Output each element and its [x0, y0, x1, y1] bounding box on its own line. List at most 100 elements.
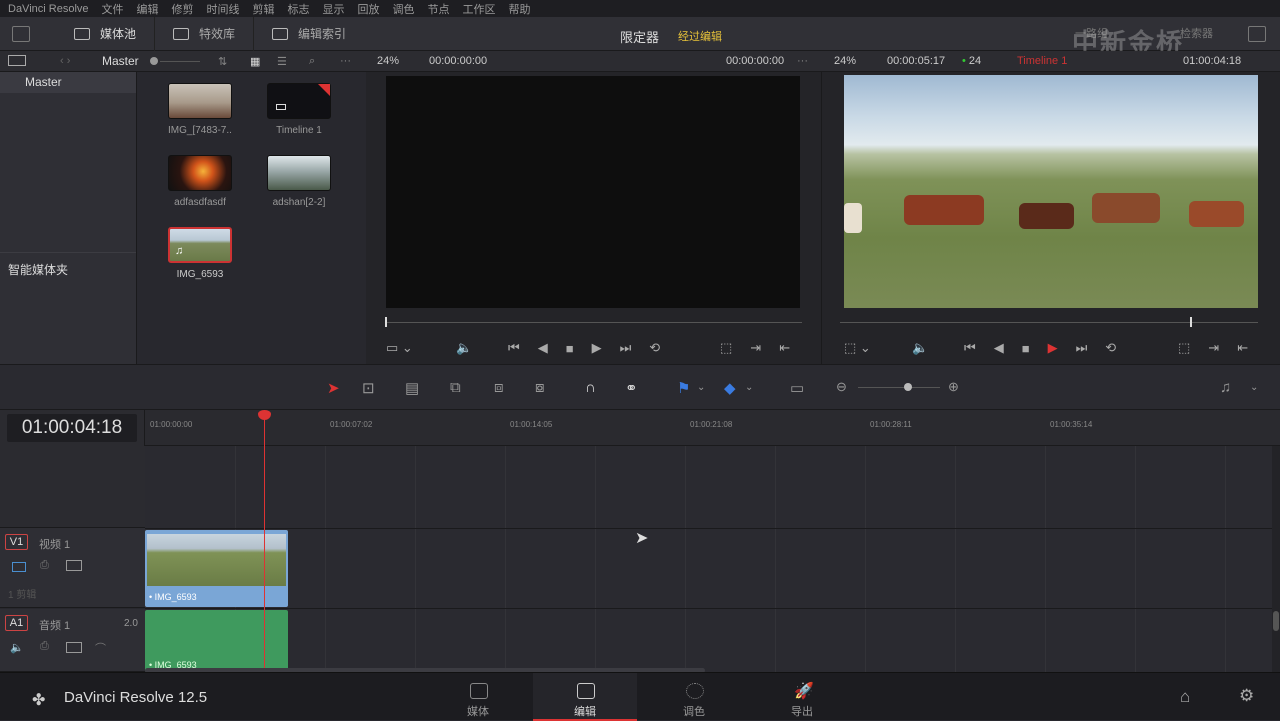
source-scrub-handle[interactable] — [385, 317, 387, 327]
volume-icon[interactable]: 🔈 — [456, 340, 472, 356]
clip-thumbnail-selected[interactable]: ♫ IMG_6593 — [168, 227, 232, 280]
page-edit-button[interactable]: 编辑 — [533, 673, 637, 721]
menu-clip[interactable]: 剪辑 — [253, 1, 275, 17]
slider-handle[interactable] — [150, 57, 158, 65]
chevron-down-icon[interactable]: ⌄ — [745, 382, 753, 393]
viewer-size-icon[interactable]: ▭ ⌄ — [386, 340, 413, 356]
mark-out-icon[interactable]: ⇤ — [1237, 340, 1266, 356]
search-icon[interactable]: ⌕ — [309, 55, 315, 68]
sort-icon[interactable]: ⇅ — [218, 55, 227, 68]
timeline-ruler[interactable]: 01:00:00:00 01:00:07:02 01:00:14:05 01:0… — [145, 410, 1280, 446]
a1-track-name[interactable]: 音频 1 — [39, 617, 70, 633]
overwrite-clip-icon[interactable]: ⧈ — [494, 379, 504, 396]
volume-icon[interactable]: 🔈 — [912, 340, 928, 356]
lock-icon[interactable]: ⎙ — [40, 640, 49, 653]
lock-icon[interactable]: ⎙ — [40, 559, 49, 572]
audio-meter-icon[interactable]: ♫ — [1220, 379, 1231, 396]
toolbar-right-b[interactable]: 检索器 — [1180, 25, 1213, 41]
clip-thumbnail[interactable]: Timeline 1 — [267, 83, 331, 136]
menu-trim[interactable]: 修剪 — [172, 1, 194, 17]
chevron-down-icon[interactable] — [12, 25, 30, 42]
menu-view[interactable]: 显示 — [323, 1, 345, 17]
timeline-scrubber[interactable] — [840, 322, 1258, 323]
edit-mode-label[interactable]: 经过编辑 — [678, 28, 722, 44]
auto-select-icon[interactable] — [66, 642, 82, 653]
menu-playback[interactable]: 回放 — [358, 1, 380, 17]
menu-edit[interactable]: 编辑 — [137, 1, 159, 17]
viewer-size-icon[interactable]: ⬚ ⌄ — [844, 340, 871, 356]
mark-in-icon[interactable]: ⇥ — [750, 340, 779, 356]
video-clip[interactable]: • IMG_6593 — [145, 530, 288, 607]
list-view-icon[interactable]: ☰ — [277, 55, 287, 68]
v1-tag[interactable]: V1 — [5, 534, 28, 550]
smart-bins-header[interactable]: 智能媒体夹 — [0, 252, 136, 278]
clip-thumbnail[interactable]: IMG_[7483-7... — [168, 83, 232, 136]
stop-icon[interactable]: ■ — [566, 341, 592, 356]
more-icon[interactable]: ··· — [340, 55, 351, 67]
loop-icon[interactable]: ⟲ — [1105, 340, 1134, 356]
source-zoom[interactable]: 24% — [377, 55, 399, 67]
source-scrubber[interactable] — [386, 322, 802, 323]
menu-file[interactable]: 文件 — [102, 1, 124, 17]
menu-mark[interactable]: 标志 — [288, 1, 310, 17]
play-icon[interactable]: ▶ — [1048, 340, 1076, 356]
stop-icon[interactable]: ■ — [1022, 341, 1048, 356]
skip-start-icon[interactable]: ⏮ — [964, 340, 994, 356]
timeline-tracks[interactable]: • IMG_6593 • IMG_6593 ➤ — [145, 446, 1272, 673]
program-screen[interactable] — [844, 75, 1258, 308]
timeline-zoom[interactable]: 24% — [834, 55, 856, 67]
skip-end-icon[interactable]: ⏭ — [1076, 340, 1106, 356]
edit-index-button[interactable]: 编辑索引 — [254, 17, 364, 51]
a1-tag[interactable]: A1 — [5, 615, 28, 631]
speaker-icon[interactable]: 🔈 — [10, 641, 24, 654]
skip-end-icon[interactable]: ⏭ — [620, 340, 650, 356]
blade-tool-icon[interactable]: ▤ — [405, 379, 419, 397]
home-icon[interactable]: ⌂ — [1180, 687, 1190, 707]
chevron-down-icon[interactable]: ⌄ — [697, 382, 705, 393]
match-frame-icon[interactable]: ⬚ — [720, 340, 750, 356]
nav-arrows-icon[interactable]: ‹ › — [60, 55, 70, 67]
vertical-scrollbar[interactable] — [1272, 446, 1280, 672]
loop-icon[interactable]: ⟲ — [649, 340, 678, 356]
menu-color[interactable]: 调色 — [393, 1, 415, 17]
page-color-button[interactable]: 调色 — [642, 673, 746, 721]
timeline-timecode-display[interactable]: 01:00:04:18 — [7, 414, 137, 442]
media-pool-button[interactable]: 媒体池 — [52, 16, 156, 51]
play-icon[interactable]: ▶ — [592, 340, 620, 356]
curve-icon[interactable]: ⌒ — [95, 640, 106, 656]
menu-nodes[interactable]: 节点 — [428, 1, 450, 17]
selection-tool-icon[interactable]: ➤ — [327, 379, 340, 397]
source-screen[interactable] — [386, 76, 800, 308]
gear-icon[interactable]: ⚙ — [1239, 686, 1254, 706]
skip-start-icon[interactable]: ⏮ — [508, 340, 538, 356]
zoom-out-icon[interactable]: ⊖ — [836, 379, 847, 395]
step-back-icon[interactable]: ◀ — [994, 340, 1022, 356]
marker-icon[interactable]: ◆ — [724, 379, 736, 397]
menu-timeline[interactable]: 时间线 — [207, 1, 240, 17]
flag-icon[interactable]: ⚑ — [677, 379, 690, 397]
v1-track-name[interactable]: 视频 1 — [39, 536, 70, 552]
link-icon[interactable]: ⚭ — [625, 379, 638, 397]
replace-clip-icon[interactable]: ⧇ — [535, 379, 545, 396]
timeline-view-options[interactable]: ⬚ ⌄ — [844, 340, 871, 356]
playhead[interactable] — [258, 410, 271, 668]
timeline-view-icon[interactable]: ▭ — [790, 379, 804, 397]
scroll-thumb[interactable] — [1273, 611, 1279, 631]
effects-library-button[interactable]: 特效库 — [155, 16, 255, 51]
clip-thumbnail[interactable]: adfasdfasdf — [168, 155, 232, 208]
sidebar-toggle-icon[interactable] — [8, 55, 26, 66]
timeline-scrub-handle[interactable] — [1190, 317, 1192, 327]
audio-clip[interactable]: • IMG_6593 — [145, 610, 288, 672]
source-view-options[interactable]: ▭ ⌄ — [386, 340, 413, 356]
clip-thumbnail[interactable]: adshan[2-2] — [267, 155, 331, 208]
menu-workspace[interactable]: 工作区 — [463, 1, 496, 17]
timeline-name[interactable]: Timeline 1 — [1017, 55, 1067, 67]
more-icon[interactable]: ··· — [797, 55, 808, 67]
video-monitor-icon[interactable] — [12, 562, 26, 572]
snapping-icon[interactable]: ∩ — [585, 379, 596, 396]
mark-out-icon[interactable]: ⇤ — [779, 340, 808, 356]
zoom-slider-track[interactable] — [858, 387, 940, 388]
step-back-icon[interactable]: ◀ — [538, 340, 566, 356]
grid-view-icon[interactable]: ▦ — [250, 55, 260, 68]
zoom-in-icon[interactable]: ⊕ — [948, 379, 959, 395]
